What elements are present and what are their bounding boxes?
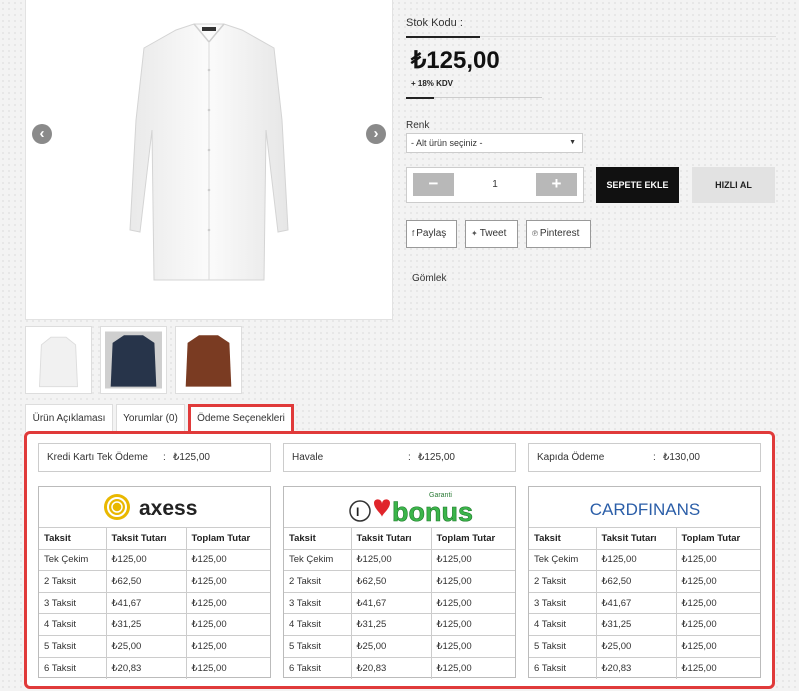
summary-cash-on-delivery: Kapıda Ödeme : ₺130,00 bbox=[528, 443, 761, 472]
table-row: 5 Taksit ₺25,00 ₺125,00 bbox=[529, 634, 760, 658]
table-row: 4 Taksit ₺31,25 ₺125,00 bbox=[284, 613, 515, 636]
table-row: 5 Taksit ₺25,00 ₺125,00 bbox=[39, 634, 270, 658]
color-select-value: - Alt ürün seçiniz - bbox=[411, 138, 483, 148]
quick-buy-button[interactable]: HIZLI AL bbox=[692, 167, 775, 203]
table-row: 3 Taksit ₺41,67 ₺125,00 bbox=[284, 591, 515, 614]
divider-accent bbox=[406, 36, 480, 38]
color-label: Renk bbox=[406, 120, 430, 131]
table-row: 6 Taksit ₺20,83 ₺125,00 bbox=[284, 656, 515, 679]
product-price: ₺125,00 bbox=[411, 47, 500, 74]
vat-note: + 18% KDV bbox=[411, 79, 454, 88]
table-row: 2 Taksit ₺62,50 ₺125,00 bbox=[529, 570, 760, 593]
pinterest-icon: ℗ bbox=[532, 229, 538, 238]
quantity-input[interactable]: 1 bbox=[455, 173, 535, 196]
installment-card-axess: axess Taksit Taksit Tutarı Toplam Tutar … bbox=[38, 486, 271, 679]
chevron-down-icon: ▼ bbox=[569, 139, 576, 146]
bonus-logo: I bonus Garanti bbox=[284, 487, 515, 527]
twitter-icon: ✦ bbox=[471, 229, 478, 238]
table-row: 2 Taksit ₺62,50 ₺125,00 bbox=[284, 570, 515, 593]
table-row: 4 Taksit ₺31,25 ₺125,00 bbox=[529, 613, 760, 636]
table-row: Tek Çekim ₺125,00 ₺125,00 bbox=[39, 548, 270, 571]
axess-logo: axess bbox=[39, 487, 270, 527]
installment-card-cardfinans: CARDFINANS Taksit Taksit Tutarı Toplam T… bbox=[528, 486, 761, 679]
facebook-icon: f bbox=[412, 229, 415, 238]
installment-card-bonus: I bonus Garanti Taksit Taksit Tutarı Top… bbox=[283, 486, 516, 679]
table-row: 4 Taksit ₺31,25 ₺125,00 bbox=[39, 613, 270, 636]
table-row: 5 Taksit ₺25,00 ₺125,00 bbox=[284, 634, 515, 658]
thumbnail-white-shirt[interactable] bbox=[25, 326, 92, 394]
share-facebook-button[interactable]: f Paylaş bbox=[406, 220, 457, 248]
thumbnail-brown-shirt[interactable] bbox=[175, 326, 242, 394]
divider-accent bbox=[406, 97, 434, 99]
cardfinans-logo-text: CARDFINANS bbox=[590, 500, 701, 519]
tab-reviews[interactable]: Yorumlar (0) bbox=[116, 404, 185, 432]
increase-quantity-button[interactable]: + bbox=[536, 173, 577, 196]
garanti-logo-text: Garanti bbox=[429, 492, 452, 499]
main-product-image: ‹ › bbox=[25, 0, 393, 320]
installment-table: Taksit Taksit Tutarı Toplam Tutar Tek Çe… bbox=[529, 527, 760, 679]
color-select[interactable]: - Alt ürün seçiniz - ▼ bbox=[406, 133, 583, 153]
installment-table: Taksit Taksit Tutarı Toplam Tutar Tek Çe… bbox=[39, 527, 270, 679]
tab-product-description[interactable]: Ürün Açıklaması bbox=[25, 404, 113, 432]
summary-credit-card: Kredi Kartı Tek Ödeme : ₺125,00 bbox=[38, 443, 271, 472]
installment-table: Taksit Taksit Tutarı Toplam Tutar Tek Çe… bbox=[284, 527, 515, 679]
axess-logo-text: axess bbox=[139, 497, 197, 520]
cardfinans-logo: CARDFINANS bbox=[529, 487, 760, 527]
table-row: Tek Çekim ₺125,00 ₺125,00 bbox=[529, 548, 760, 571]
shirt-image bbox=[106, 0, 311, 290]
svg-text:I: I bbox=[356, 505, 359, 519]
table-row: 2 Taksit ₺62,50 ₺125,00 bbox=[39, 570, 270, 593]
summary-wire-transfer: Havale : ₺125,00 bbox=[283, 443, 516, 472]
table-row: 3 Taksit ₺41,67 ₺125,00 bbox=[39, 591, 270, 614]
table-row: Tek Çekim ₺125,00 ₺125,00 bbox=[284, 548, 515, 571]
share-twitter-button[interactable]: ✦ Tweet bbox=[465, 220, 518, 248]
gallery-next-button[interactable]: › bbox=[366, 124, 386, 144]
share-pinterest-button[interactable]: ℗ Pinterest bbox=[526, 220, 591, 248]
product-category: Gömlek bbox=[412, 273, 447, 284]
tab-payment-options[interactable]: Ödeme Seçenekleri bbox=[188, 404, 294, 432]
table-row: 6 Taksit ₺20,83 ₺125,00 bbox=[39, 656, 270, 679]
gallery-prev-button[interactable]: ‹ bbox=[32, 124, 52, 144]
bonus-logo-text: bonus bbox=[392, 497, 473, 527]
table-row: 6 Taksit ₺20,83 ₺125,00 bbox=[529, 656, 760, 679]
stock-code-label: Stok Kodu : bbox=[406, 17, 463, 29]
decrease-quantity-button[interactable]: − bbox=[413, 173, 454, 196]
table-row: 3 Taksit ₺41,67 ₺125,00 bbox=[529, 591, 760, 614]
thumbnail-navy-shirt[interactable] bbox=[100, 326, 167, 394]
add-to-cart-button[interactable]: SEPETE EKLE bbox=[596, 167, 679, 203]
